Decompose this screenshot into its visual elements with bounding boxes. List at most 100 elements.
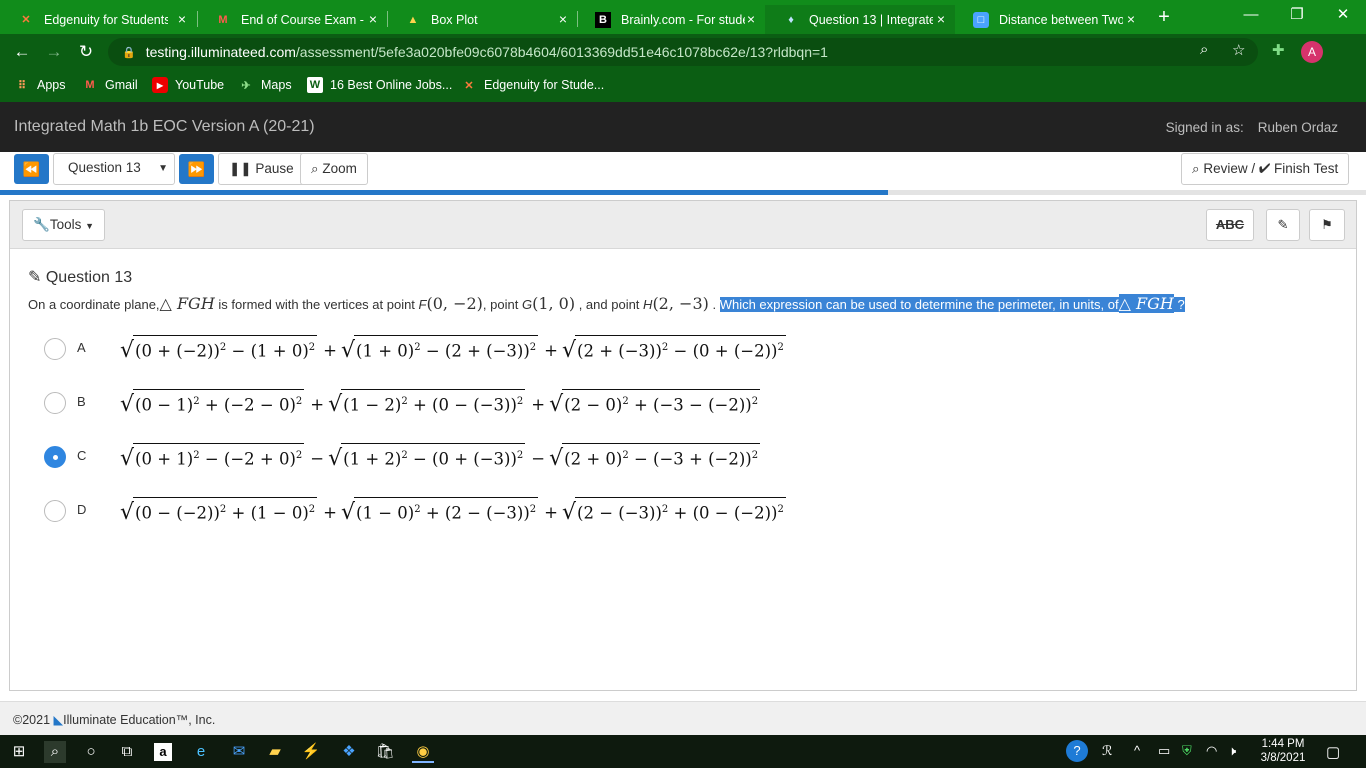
winamp-icon[interactable]: ⚡ bbox=[300, 741, 322, 763]
task-view-icon[interactable]: ⧉ bbox=[116, 741, 138, 763]
previous-question-button[interactable]: ⏪ bbox=[14, 154, 49, 184]
file-explorer-icon[interactable]: ▰ bbox=[264, 741, 286, 763]
answer-choice[interactable]: B √ (0 − 1)2 + (−2 − 0)2 + √ (1 − 2)2 + … bbox=[44, 383, 761, 423]
answer-choice[interactable]: C √ (0 + 1)2 − (−2 + 0)2 − √ (1 + 2)2 − … bbox=[44, 437, 761, 477]
close-icon[interactable]: × bbox=[369, 11, 377, 27]
profile-avatar[interactable]: A bbox=[1301, 41, 1323, 63]
store-icon[interactable]: 🛍 bbox=[374, 741, 396, 763]
operator: + bbox=[323, 340, 337, 360]
bookmark-apps[interactable]: ⠿ Apps bbox=[14, 77, 66, 93]
point-coords: (0, −2) bbox=[426, 294, 483, 313]
new-tab-button[interactable]: + bbox=[1152, 6, 1176, 30]
choice-letter: B bbox=[77, 394, 86, 409]
tab-title: Brainly.com - For stude bbox=[621, 12, 745, 27]
answer-choice[interactable]: A √ (0 + (−2))2 − (1 + 0)2 + √ (1 + 0)2 … bbox=[44, 329, 786, 369]
answer-choice[interactable]: D √ (0 − (−2))2 + (1 − 0)2 + √ (1 − 0)2 … bbox=[44, 491, 786, 531]
bookmark-edgenuity[interactable]: ✕ Edgenuity for Stude... bbox=[461, 77, 604, 93]
edge-icon[interactable]: e bbox=[190, 741, 212, 763]
security-shield-icon[interactable]: ⛨ bbox=[1182, 743, 1192, 759]
extensions-icon[interactable]: ✚ bbox=[1272, 41, 1285, 59]
next-question-button[interactable]: ⏩ bbox=[179, 154, 214, 184]
back-icon[interactable]: ← bbox=[10, 41, 34, 63]
chevron-down-icon: ▼ bbox=[158, 163, 168, 174]
radical-icon: √ bbox=[341, 337, 356, 363]
choice-letter: D bbox=[77, 502, 87, 517]
radical-icon: √ bbox=[120, 445, 135, 471]
bookmark-youtube[interactable]: ▶ YouTube bbox=[152, 77, 224, 93]
tab-box-plot[interactable]: ▲ Box Plot × bbox=[387, 5, 577, 34]
volume-icon[interactable]: 🕨 bbox=[1228, 743, 1236, 759]
operator: + bbox=[544, 340, 558, 360]
sqrt-expression: √ (0 − (−2))2 + (1 − 0)2 bbox=[120, 497, 318, 524]
close-icon[interactable]: × bbox=[747, 11, 755, 27]
notes-icon[interactable]: ✎ bbox=[1266, 209, 1300, 241]
sqrt-expression: √ (2 + (−3))2 − (0 + (−2))2 bbox=[562, 335, 786, 362]
radicand: (1 − 2)2 + (0 − (−3))2 bbox=[341, 389, 526, 416]
url-field[interactable]: 🔒 testing.illuminateed.com/assessment/5e… bbox=[108, 38, 1258, 66]
close-icon[interactable]: × bbox=[559, 11, 567, 27]
close-icon[interactable]: × bbox=[178, 11, 186, 27]
amazon-icon[interactable]: a bbox=[154, 743, 172, 761]
choice-expression: √ (0 + (−2))2 − (1 + 0)2 + √ (1 + 0)2 − … bbox=[120, 335, 788, 362]
choice-radio[interactable] bbox=[44, 392, 66, 414]
choice-radio[interactable] bbox=[44, 500, 66, 522]
search-icon[interactable]: ⌕ bbox=[44, 741, 66, 763]
choice-radio[interactable] bbox=[44, 446, 66, 468]
close-icon[interactable]: × bbox=[937, 11, 945, 27]
tab-title: End of Course Exam - r bbox=[241, 12, 365, 27]
star-icon[interactable]: ☆ bbox=[1232, 41, 1245, 59]
sqrt-expression: √ (1 − 0)2 + (2 − (−3))2 bbox=[341, 497, 539, 524]
page-icon: □ bbox=[973, 11, 989, 28]
system-clock[interactable]: 1:44 PM 3/8/2021 bbox=[1256, 737, 1310, 765]
bookmark-gmail[interactable]: M Gmail bbox=[82, 77, 137, 93]
chrome-icon[interactable]: ◉ bbox=[412, 741, 434, 763]
close-icon[interactable]: × bbox=[1127, 11, 1135, 27]
progress-fill bbox=[0, 190, 888, 195]
radical-icon: √ bbox=[562, 499, 577, 525]
close-window-button[interactable]: ✕ bbox=[1320, 0, 1366, 32]
help-icon[interactable]: ? bbox=[1066, 740, 1088, 762]
people-icon[interactable]: ℛ bbox=[1102, 743, 1112, 759]
tab-brainly[interactable]: B Brainly.com - For stude × bbox=[577, 5, 765, 34]
cortana-icon[interactable]: ○ bbox=[80, 741, 102, 763]
tab-question-13[interactable]: ♦ Question 13 | Integrated × bbox=[765, 5, 955, 34]
restore-button[interactable]: ❐ bbox=[1274, 0, 1320, 32]
jobs-site-icon: W bbox=[307, 77, 323, 93]
question-text-part: On a coordinate plane, bbox=[28, 297, 160, 312]
reload-icon[interactable]: ↻ bbox=[74, 41, 98, 63]
search-icon[interactable]: ⌕ bbox=[1200, 41, 1208, 58]
radical-icon: √ bbox=[120, 337, 135, 363]
clock-time: 1:44 PM bbox=[1261, 738, 1305, 750]
bookmark-label: Apps bbox=[37, 78, 66, 92]
mail-icon[interactable]: ✉ bbox=[228, 741, 250, 763]
caret-down-icon: ▼ bbox=[85, 221, 95, 231]
tab-exam[interactable]: M End of Course Exam - r × bbox=[197, 5, 387, 34]
wifi-icon[interactable]: ◠ bbox=[1206, 743, 1217, 759]
flag-icon[interactable]: ⚑ bbox=[1309, 209, 1345, 241]
dropbox-icon[interactable]: ❖ bbox=[338, 741, 360, 763]
pause-icon: ❚❚ bbox=[229, 161, 252, 176]
radicand: (0 + 1)2 − (−2 + 0)2 bbox=[133, 443, 305, 470]
operator: − bbox=[310, 448, 325, 468]
tools-dropdown[interactable]: 🔧Tools ▼ bbox=[22, 209, 106, 241]
chevron-up-icon[interactable]: ^ bbox=[1134, 743, 1140, 758]
strikethrough-button[interactable]: ABC bbox=[1206, 209, 1254, 241]
bookmark-maps[interactable]: ✈ Maps bbox=[238, 77, 291, 93]
tab-distance[interactable]: □ Distance between Two P × bbox=[955, 5, 1145, 34]
question-select[interactable]: Question 13 ▼ bbox=[53, 153, 175, 185]
lock-icon: 🔒 bbox=[122, 46, 136, 59]
notifications-icon[interactable]: ▢ bbox=[1326, 743, 1340, 761]
windows-start-icon[interactable]: ⊞ bbox=[8, 741, 30, 763]
bookmark-jobs[interactable]: W 16 Best Online Jobs... bbox=[307, 77, 452, 93]
zoom-button[interactable]: ⌕ Zoom bbox=[300, 153, 368, 185]
illuminate-icon: ♦ bbox=[788, 13, 794, 26]
finish-test-button[interactable]: ⌕ Review / ✔ Finish Test bbox=[1181, 153, 1350, 185]
forward-icon[interactable]: → bbox=[42, 41, 66, 63]
pause-button[interactable]: ❚❚ Pause bbox=[218, 153, 305, 185]
device-icon[interactable]: ▭ bbox=[1158, 743, 1170, 759]
page-footer: ©2021 ◣Illuminate Education™, Inc. bbox=[0, 701, 1366, 735]
question-text-part: . bbox=[708, 297, 720, 312]
choice-radio[interactable] bbox=[44, 338, 66, 360]
tab-edgenuity[interactable]: ✕ Edgenuity for Students × bbox=[0, 5, 196, 34]
minimize-button[interactable]: — bbox=[1228, 0, 1274, 32]
